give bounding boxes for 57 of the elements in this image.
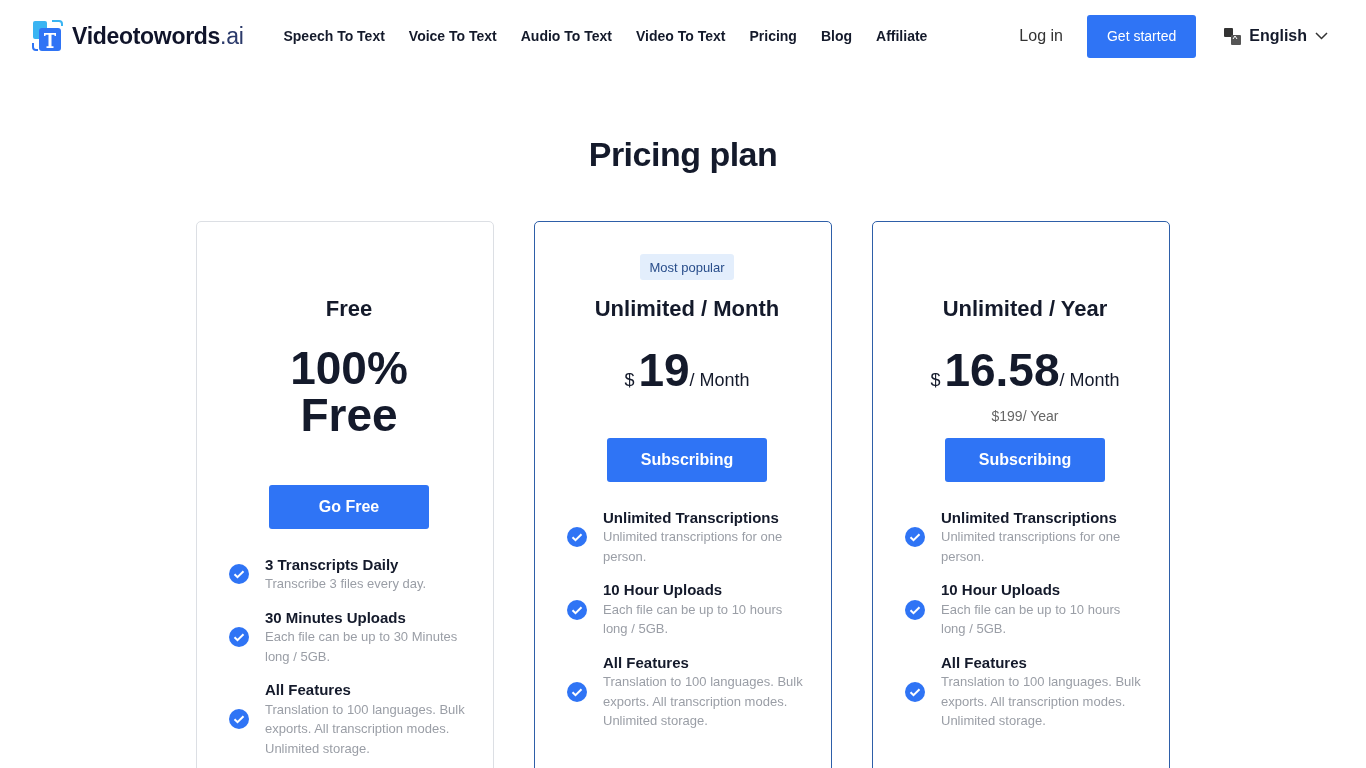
language-selector[interactable]: English [1218,23,1334,49]
feature-description: Translation to 100 languages. Bulk exports. All transcription modes. Unlimited storage. [603,673,804,731]
page-title: Pricing plan [587,134,779,175]
get-started-button[interactable]: Get started [1086,14,1197,58]
plan-price: 19 [638,346,690,393]
feature-title: All Features [265,680,352,700]
feature-title: Unlimited Transcriptions [941,507,1118,528]
plan-name: Free [324,294,374,323]
feature-title: All Features [941,652,1028,673]
plan-price: 100% Free [289,344,409,439]
feature-title: Unlimited Transcriptions [603,507,780,528]
plan-badge: Most popular [640,253,734,280]
logo-text[interactable]: Videotowords.ai [72,18,244,54]
check-icon [905,681,925,702]
feature-title: 3 Transcripts Daily [265,554,400,575]
feature-description: Each file can be up to 10 hours long / 5GB. [603,600,784,639]
price-period: / Month [689,369,750,392]
translate-icon [1224,27,1242,45]
nav-link[interactable]: Video To Text [636,25,726,47]
plan-price: 16.58 [944,346,1060,393]
check-icon [567,599,587,620]
currency-symbol: $ [930,368,941,392]
plan-name: Unlimited / Month [593,294,781,323]
price-period: / Month [1059,369,1120,392]
logo-icon [32,19,64,53]
feature-title: 10 Hour Uploads [941,580,1062,600]
check-icon [229,564,249,585]
nav-link[interactable]: Speech To Text [283,25,385,47]
feature-title: All Features [603,652,690,673]
feature-title: 30 Minutes Uploads [265,607,407,628]
nav-link[interactable]: Affiliate [876,25,928,47]
feature-description: Translation to 100 languages. Bulk exports. All transcription modes. Unlimited storage. [265,700,466,758]
subscribe-button[interactable]: Subscribing [607,437,767,482]
feature-title: 10 Hour Uploads [603,580,724,600]
feature-description: Unlimited transcriptions for one person. [603,528,784,566]
nav-link[interactable]: Audio To Text [520,25,612,47]
login-link[interactable]: Log in [1019,24,1063,48]
nav-link[interactable]: Voice To Text [408,25,497,47]
check-icon [229,709,249,730]
feature-description: Transcribe 3 files every day. [265,575,427,594]
yearly-price: $199/ Year [991,407,1059,424]
nav-link[interactable]: Blog [820,25,853,47]
feature-description: Each file can be up to 30 Minutes long / 5GB. [265,628,459,666]
feature-description: Each file can be up to 10 hours long / 5GB. [941,600,1122,639]
feature-description: Translation to 100 languages. Bulk exports. All transcription modes. Unlimited storage. [941,673,1142,731]
currency-symbol: $ [624,368,635,392]
nav-link[interactable]: Pricing [749,25,797,47]
check-icon [905,599,925,620]
check-icon [905,527,925,548]
subscribe-button[interactable]: Subscribing [945,437,1105,482]
check-icon [567,681,587,702]
chevron-down-icon [1315,32,1328,40]
check-icon [567,527,587,548]
go-free-button[interactable]: Go Free [269,484,429,529]
plan-name: Unlimited / Year [941,294,1109,323]
feature-description: Unlimited transcriptions for one person. [941,528,1122,566]
check-icon [229,626,249,647]
